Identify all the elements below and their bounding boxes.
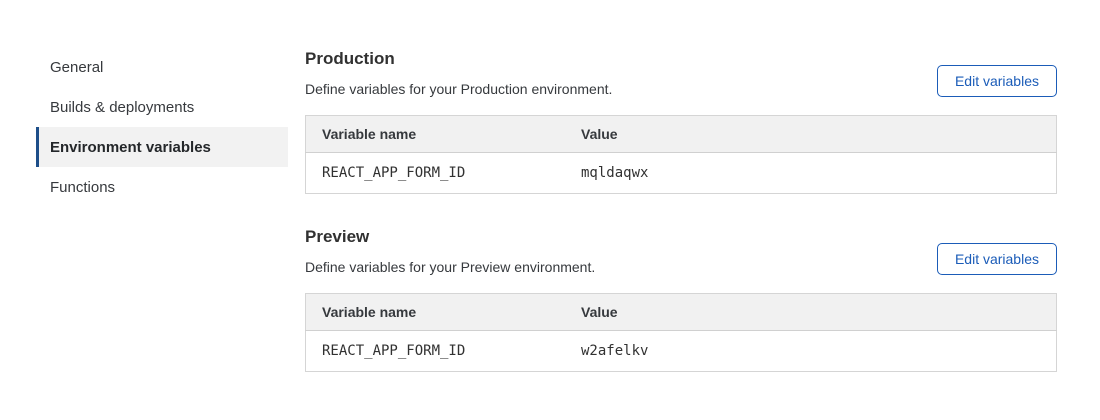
- table-header-row: Variable name Value: [306, 116, 1057, 153]
- settings-sidebar: General Builds & deployments Environment…: [36, 47, 288, 207]
- sidebar-item-builds-deployments[interactable]: Builds & deployments: [36, 87, 288, 127]
- variable-name-column-header: Variable name: [306, 116, 566, 153]
- table-header-row: Variable name Value: [306, 294, 1057, 331]
- production-variables-table: Variable name Value REACT_APP_FORM_ID mq…: [305, 115, 1057, 194]
- variable-name-cell: REACT_APP_FORM_ID: [306, 331, 566, 372]
- preview-section: Preview Define variables for your Previe…: [305, 226, 1057, 372]
- table-row: REACT_APP_FORM_ID w2afelkv: [306, 331, 1057, 372]
- preview-variables-table: Variable name Value REACT_APP_FORM_ID w2…: [305, 293, 1057, 372]
- preview-edit-variables-button[interactable]: Edit variables: [937, 243, 1057, 275]
- variable-value-cell: w2afelkv: [565, 331, 1057, 372]
- variable-name-column-header: Variable name: [306, 294, 566, 331]
- sidebar-item-general[interactable]: General: [36, 47, 288, 87]
- production-section: Production Define variables for your Pro…: [305, 48, 1057, 194]
- value-column-header: Value: [565, 116, 1057, 153]
- sidebar-item-environment-variables[interactable]: Environment variables: [36, 127, 288, 167]
- production-edit-variables-button[interactable]: Edit variables: [937, 65, 1057, 97]
- value-column-header: Value: [565, 294, 1057, 331]
- table-row: REACT_APP_FORM_ID mqldaqwx: [306, 153, 1057, 194]
- variable-name-cell: REACT_APP_FORM_ID: [306, 153, 566, 194]
- variable-value-cell: mqldaqwx: [565, 153, 1057, 194]
- sidebar-item-functions[interactable]: Functions: [36, 167, 288, 207]
